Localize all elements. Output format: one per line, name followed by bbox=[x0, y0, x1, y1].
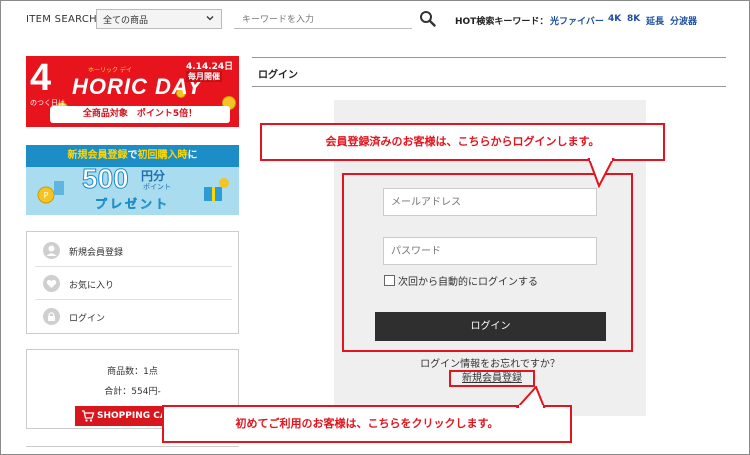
callout-tail bbox=[515, 386, 546, 408]
page-title: ログイン bbox=[258, 70, 298, 81]
horic-monthly: 毎月開催 bbox=[186, 71, 222, 82]
remember-me-checkbox[interactable]: 次回から自動的にログインする bbox=[384, 273, 538, 288]
user-icon bbox=[43, 242, 60, 259]
cart-total: 合計：554円- bbox=[104, 387, 161, 397]
menu-item-label: お気に入り bbox=[69, 281, 115, 291]
divider bbox=[26, 446, 239, 447]
hot-keyword-link[interactable]: 延長 bbox=[646, 14, 664, 27]
hot-keyword-link[interactable]: 光ファイバー bbox=[550, 14, 604, 27]
points-top-b: で bbox=[127, 150, 138, 161]
lock-icon bbox=[43, 308, 60, 325]
horic-big-number: 4 bbox=[30, 57, 52, 99]
hot-keywords-label: HOT検索キーワード： bbox=[455, 17, 549, 27]
menu-item-favorites[interactable]: お気に入り bbox=[35, 267, 232, 300]
points-present-text: プレゼント bbox=[94, 197, 170, 212]
cart-item-count: 商品数：1点 bbox=[107, 367, 158, 377]
cart-icon bbox=[82, 410, 95, 422]
keyword-search-input[interactable] bbox=[234, 9, 412, 29]
chevron-down-icon bbox=[206, 16, 214, 21]
password-field[interactable] bbox=[383, 237, 597, 265]
search-icon[interactable] bbox=[419, 10, 436, 27]
points-campaign-banner[interactable]: 新規会員登録で初回購入時に P 500 円分 ポイント プレゼント bbox=[26, 145, 239, 215]
points-top-d: に bbox=[187, 150, 198, 161]
checkbox-box[interactable] bbox=[384, 275, 395, 286]
points-banner-top: 新規会員登録で初回購入時に bbox=[26, 145, 239, 167]
callout-tail bbox=[587, 158, 615, 188]
horic-title: HORIC DAY bbox=[72, 74, 203, 99]
menu-item-label: 新規会員登録 bbox=[69, 248, 124, 258]
callout-members: 会員登録済みのお客様は、こちらからログインします。 bbox=[260, 123, 665, 161]
hot-keyword-link[interactable]: 4K bbox=[608, 14, 621, 24]
callout-new-users: 初めてご利用のお客様は、こちらをクリックします。 bbox=[162, 405, 572, 443]
menu-item-register[interactable]: 新規会員登録 bbox=[35, 234, 232, 267]
category-select[interactable]: 全ての商品 bbox=[96, 9, 222, 29]
horic-ruby: ホーリック デイ bbox=[88, 67, 132, 74]
forgot-login-link[interactable]: ログイン情報をお忘れですか？ bbox=[334, 355, 646, 370]
points-amount: 500 bbox=[82, 163, 130, 195]
points-top-c: 初回購入時 bbox=[137, 150, 188, 161]
login-button[interactable]: ログイン bbox=[375, 312, 606, 341]
hot-keyword-link[interactable]: 8K bbox=[627, 14, 640, 24]
item-search-label: ITEM SEARCH bbox=[26, 14, 97, 25]
user-menu: 新規会員登録 お気に入り ログイン bbox=[26, 231, 239, 334]
login-heading-bar: ログイン bbox=[252, 57, 726, 87]
heart-icon bbox=[43, 275, 60, 292]
email-field[interactable] bbox=[383, 188, 597, 216]
points-unit-sub: ポイント bbox=[143, 183, 171, 191]
register-link[interactable]: 新規会員登録 bbox=[449, 370, 535, 387]
menu-item-login[interactable]: ログイン bbox=[35, 300, 232, 333]
horic-day-banner[interactable]: 4 のつく日は ホーリック デイ HORIC DAY 4.14.24日 毎月開催… bbox=[26, 56, 239, 127]
remember-me-label: 次回から自動的にログインする bbox=[398, 277, 538, 288]
points-top-a: 新規会員登録 bbox=[67, 150, 128, 161]
menu-item-label: ログイン bbox=[69, 314, 106, 324]
horic-bottom-text: 全商品対象 ポイント5倍！ bbox=[50, 106, 230, 123]
category-selected-value: 全ての商品 bbox=[103, 16, 149, 26]
hot-keyword-link[interactable]: 分波器 bbox=[670, 14, 697, 27]
